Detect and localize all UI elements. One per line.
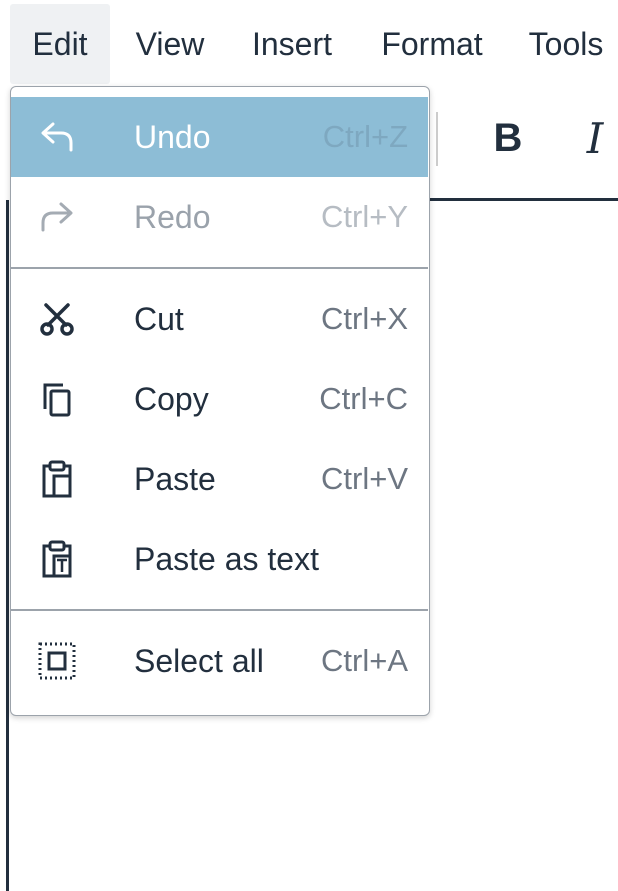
menu-tools[interactable]: Tools bbox=[518, 4, 614, 84]
menu-divider bbox=[11, 267, 428, 269]
bold-button[interactable]: B bbox=[484, 106, 532, 170]
menu-item-label: Cut bbox=[134, 300, 184, 337]
copy-icon bbox=[37, 379, 77, 419]
menu-item-paste[interactable]: Paste Ctrl+V bbox=[11, 439, 428, 519]
menu-item-label: Copy bbox=[134, 380, 209, 417]
menu-item-select-all[interactable]: Select all Ctrl+A bbox=[11, 621, 428, 701]
menu-item-shortcut: Ctrl+C bbox=[319, 381, 408, 416]
select-all-icon bbox=[37, 641, 77, 681]
paste-text-icon bbox=[37, 539, 77, 579]
redo-icon bbox=[37, 197, 77, 237]
menu-item-copy[interactable]: Copy Ctrl+C bbox=[11, 359, 428, 439]
undo-icon bbox=[37, 117, 77, 157]
menu-item-shortcut: Ctrl+X bbox=[321, 301, 408, 336]
menu-item-undo[interactable]: Undo Ctrl+Z bbox=[11, 97, 428, 177]
menu-format[interactable]: Format bbox=[370, 4, 494, 84]
menu-divider bbox=[11, 609, 428, 611]
menu-item-label: Paste bbox=[134, 460, 216, 497]
edit-menu-dropdown: Undo Ctrl+Z Redo Ctrl+Y Cut Ctrl+X Copy … bbox=[10, 86, 430, 716]
menu-item-label: Paste as text bbox=[134, 540, 319, 577]
menu-item-label: Select all bbox=[134, 642, 264, 679]
scissors-icon bbox=[37, 299, 77, 339]
menu-item-shortcut: Ctrl+A bbox=[321, 643, 408, 678]
menu-item-label: Redo bbox=[134, 198, 211, 235]
menu-item-redo[interactable]: Redo Ctrl+Y bbox=[11, 177, 428, 257]
menu-item-shortcut: Ctrl+V bbox=[321, 461, 408, 496]
menu-item-label: Undo bbox=[134, 118, 211, 155]
menu-edit[interactable]: Edit bbox=[10, 4, 110, 84]
menu-insert[interactable]: Insert bbox=[240, 4, 344, 84]
editor-window: Edit View Insert Format Tools B I Undo C… bbox=[0, 0, 618, 891]
italic-button[interactable]: I bbox=[572, 106, 618, 170]
menu-item-paste-as-text[interactable]: Paste as text bbox=[11, 519, 428, 599]
paste-icon bbox=[37, 459, 77, 499]
menu-item-shortcut: Ctrl+Y bbox=[321, 199, 408, 234]
menu-item-cut[interactable]: Cut Ctrl+X bbox=[11, 279, 428, 359]
menubar: Edit View Insert Format Tools bbox=[0, 0, 618, 84]
menu-view[interactable]: View bbox=[124, 4, 216, 84]
toolbar-separator bbox=[436, 112, 438, 166]
menu-item-shortcut: Ctrl+Z bbox=[322, 119, 408, 154]
editor-border-top bbox=[430, 198, 618, 201]
editor-border-left bbox=[6, 200, 9, 891]
